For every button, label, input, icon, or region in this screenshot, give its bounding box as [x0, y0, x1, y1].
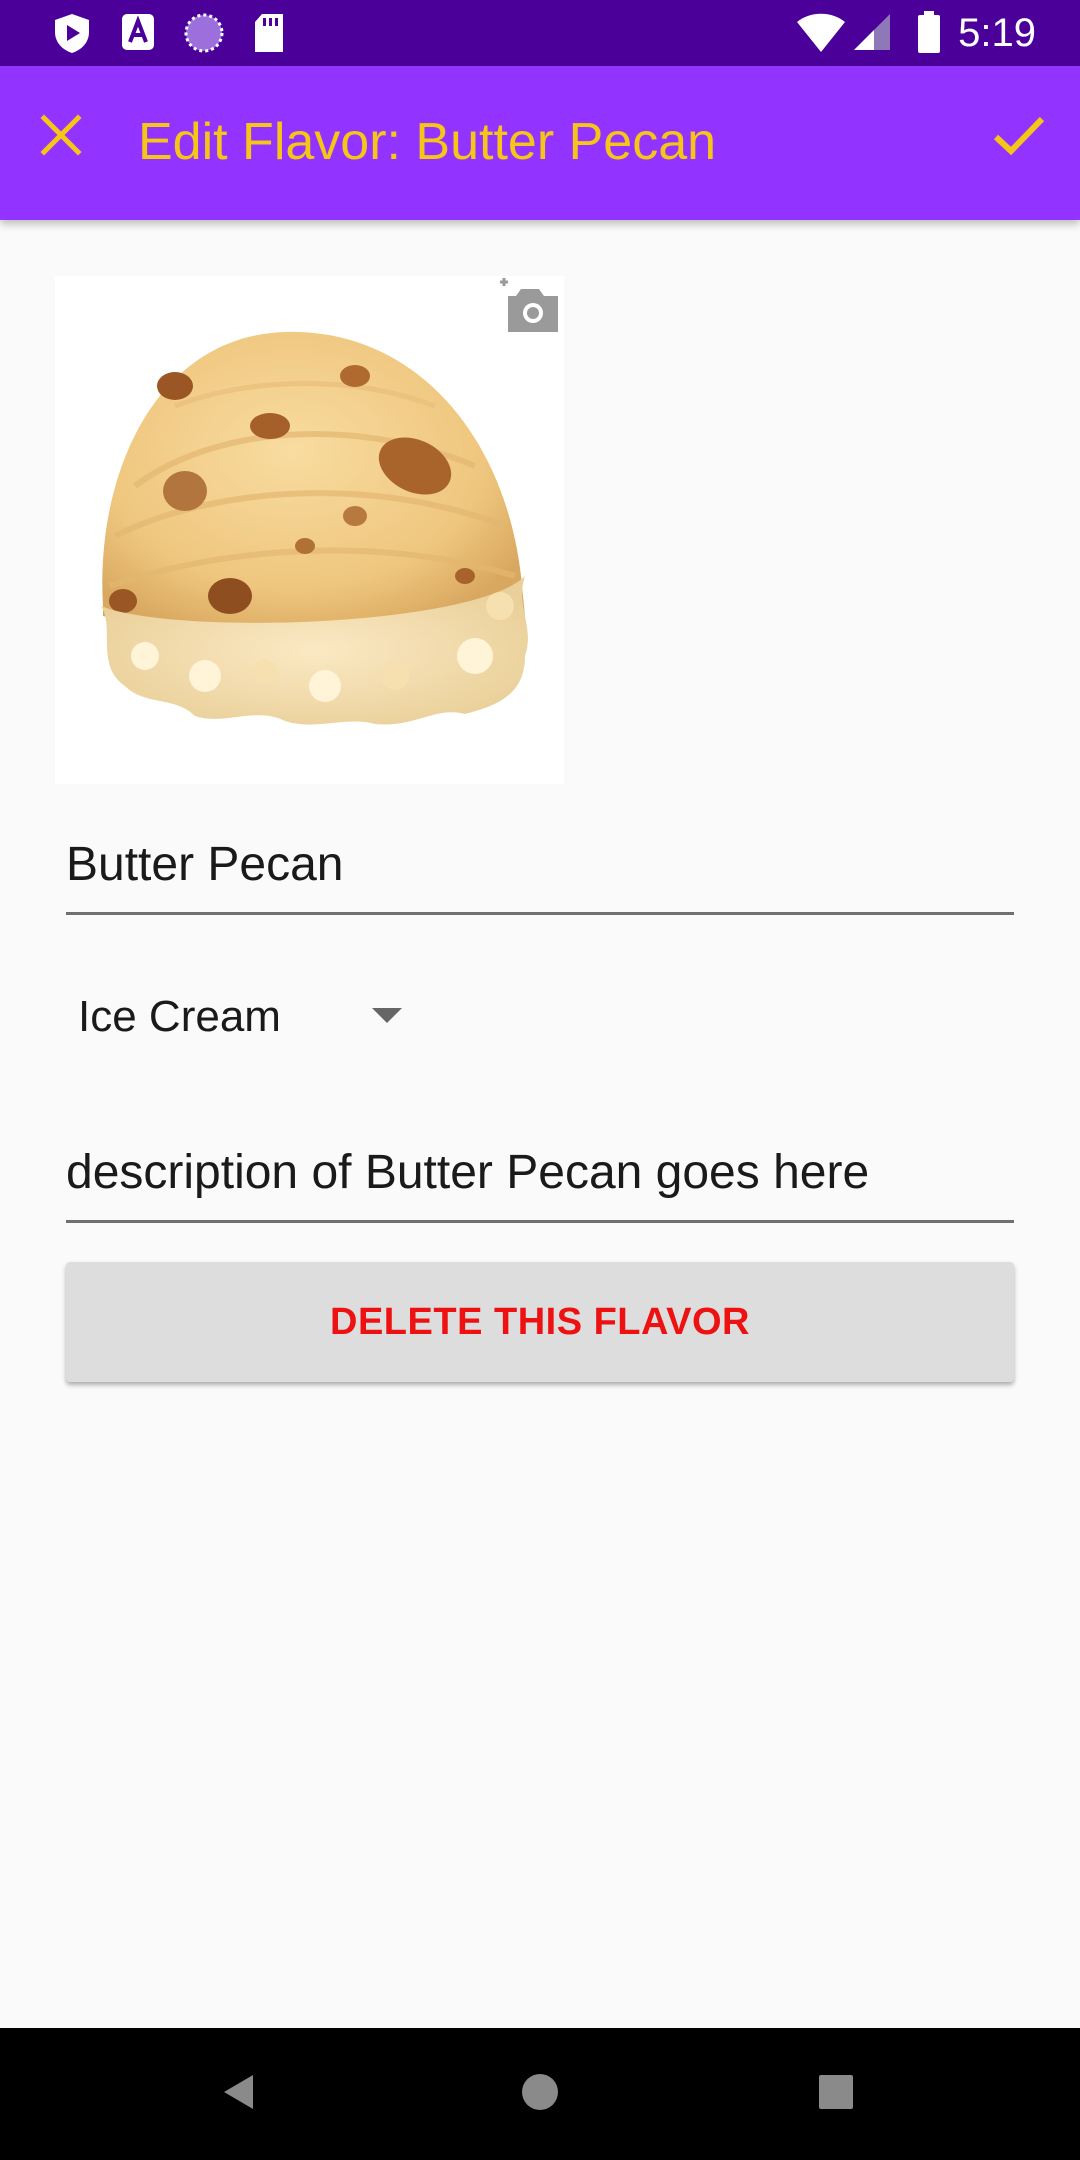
sync-circle-icon: [183, 12, 225, 59]
shield-play-icon: [52, 12, 92, 59]
add-photo-icon: [494, 278, 564, 344]
battery-icon: [916, 10, 942, 59]
edit-flavor-screen: 5:19 Edit Flavor: Butter Pecan Butter Pe…: [0, 0, 1080, 2160]
font-a-icon: [120, 12, 156, 57]
home-button[interactable]: [500, 2058, 580, 2130]
ice-cream-scoop-image: [55, 276, 564, 784]
delete-flavor-button[interactable]: DELETE THIS FLAVOR: [66, 1262, 1014, 1382]
sd-card-icon: [252, 12, 286, 59]
save-button[interactable]: [982, 100, 1056, 174]
flavor-image: [55, 276, 564, 784]
add-photo-button[interactable]: [494, 276, 564, 340]
back-button[interactable]: [200, 2058, 280, 2130]
status-bar: 5:19: [0, 0, 1080, 66]
page-title: Edit Flavor: Butter Pecan: [138, 113, 717, 171]
close-icon: [39, 113, 83, 162]
back-triangle-icon: [220, 2072, 260, 2117]
dropdown-arrow-icon: [372, 1008, 402, 1023]
app-bar: Edit Flavor: Butter Pecan: [0, 66, 1080, 220]
wifi-icon: [796, 10, 846, 59]
flavor-name-input[interactable]: [66, 816, 1014, 915]
cellular-signal-icon: [852, 12, 892, 57]
check-icon: [993, 113, 1045, 162]
recents-button[interactable]: [796, 2058, 876, 2130]
recents-square-icon: [816, 2072, 856, 2117]
home-circle-icon: [520, 2072, 560, 2117]
flavor-type-value: Ice Cream: [78, 992, 281, 1041]
navigation-bar: [0, 2028, 1080, 2160]
status-time: 5:19: [958, 11, 1036, 55]
flavor-type-dropdown[interactable]: Ice Cream: [66, 972, 426, 1062]
close-button[interactable]: [24, 100, 98, 174]
description-input[interactable]: [66, 1124, 1014, 1223]
